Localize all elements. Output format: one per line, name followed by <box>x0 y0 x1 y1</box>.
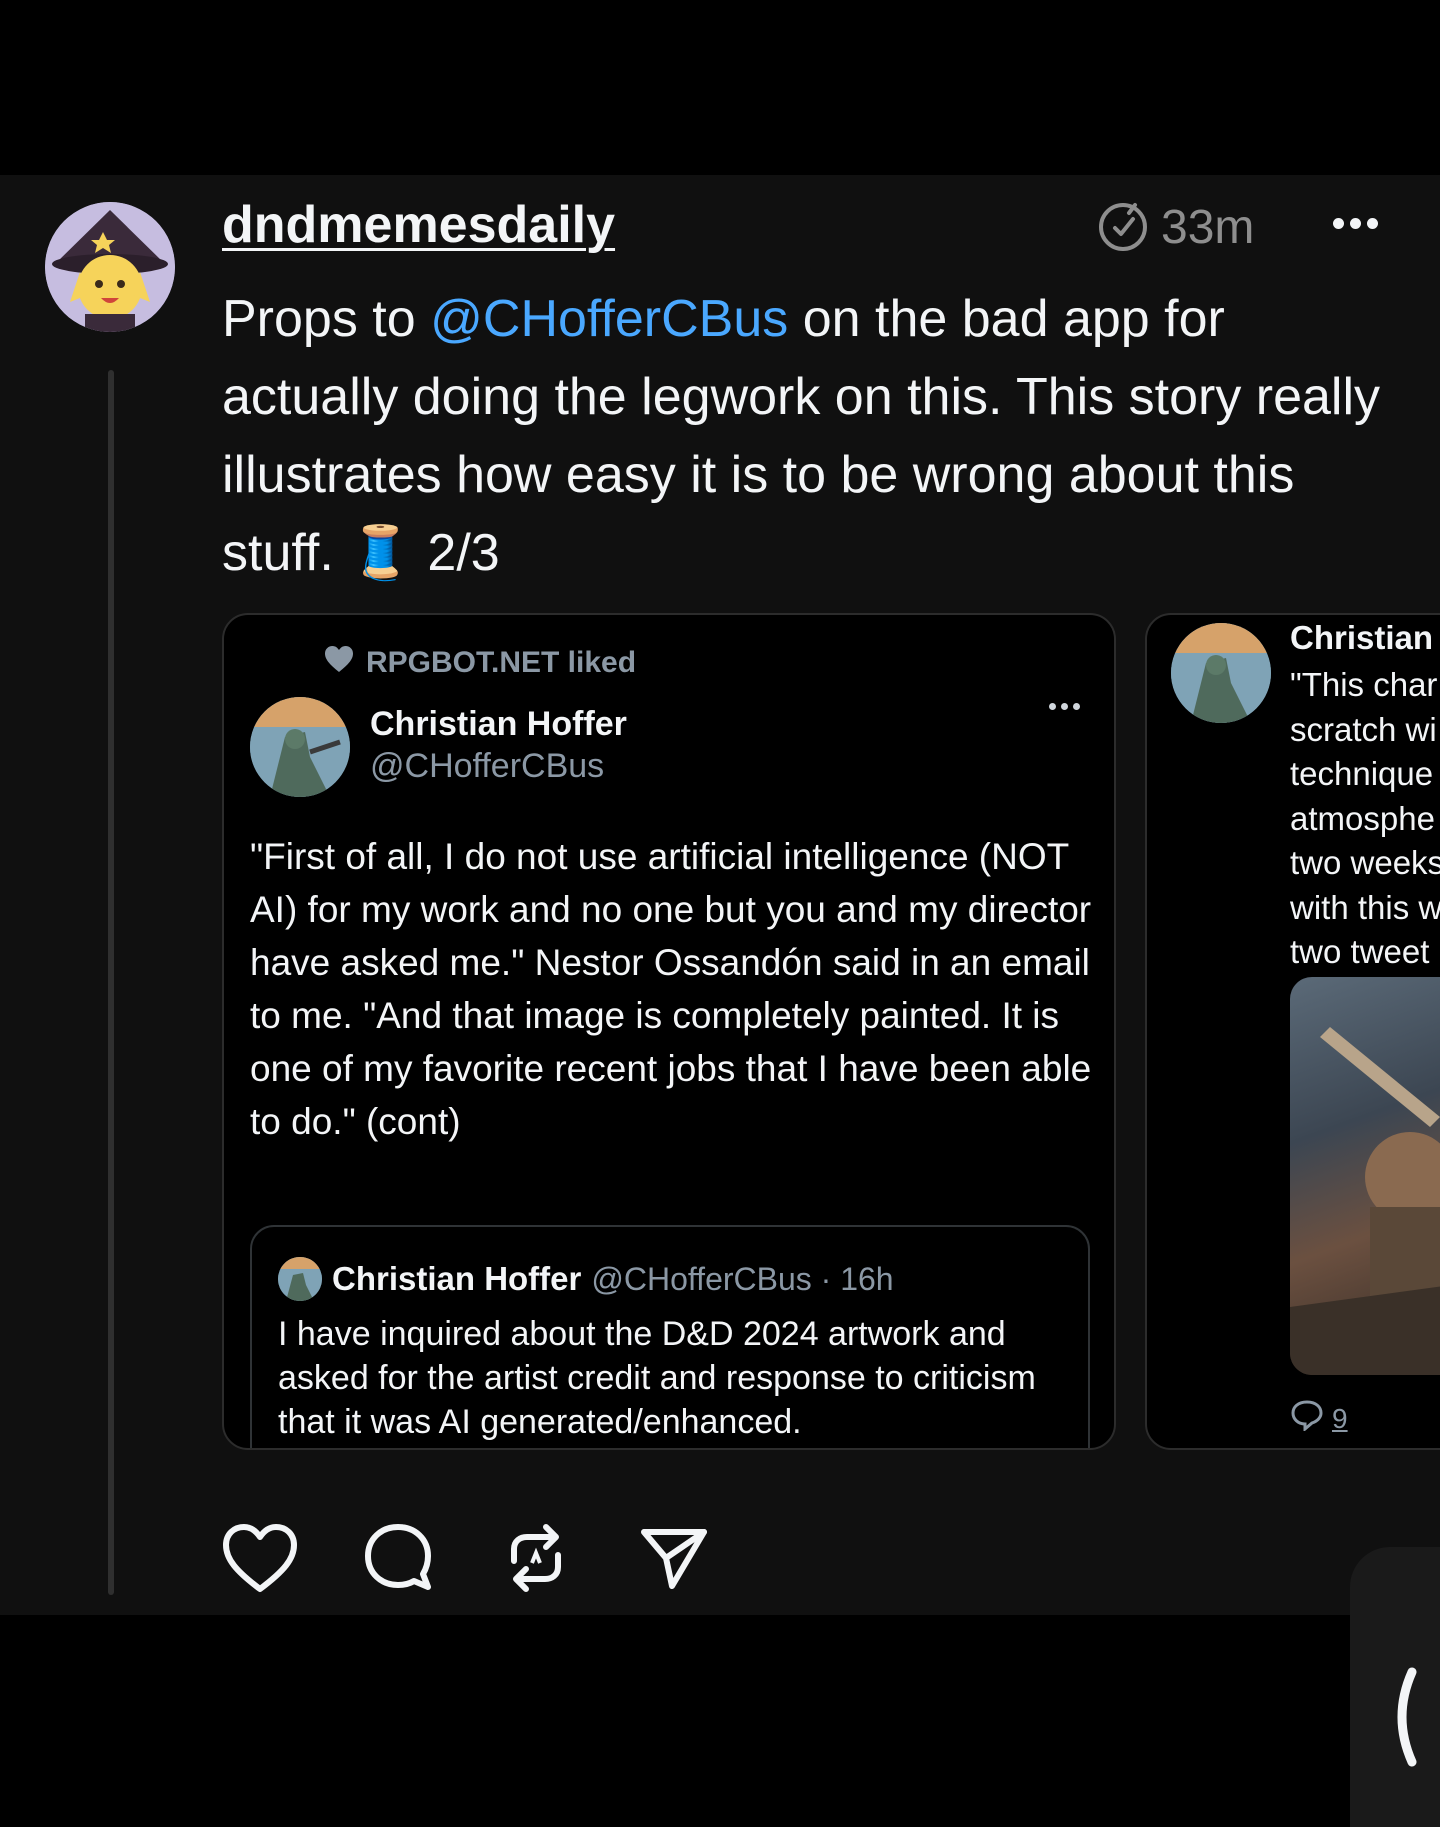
like-button[interactable] <box>222 1520 298 1596</box>
mention-link[interactable]: @CHofferCBus <box>430 290 788 348</box>
quoted-author-avatar <box>278 1257 322 1301</box>
post-meta: 33m <box>1095 195 1254 259</box>
embedded-tweet-card[interactable]: RPGBOT.NET liked Christian Hoffer @CHoff… <box>222 613 1116 1450</box>
repost-button[interactable] <box>498 1520 574 1596</box>
heart-icon <box>223 1524 297 1592</box>
repost-icon <box>511 1524 561 1592</box>
quoted-author-name: Christian Hoffer <box>332 1260 582 1297</box>
comment-button[interactable] <box>360 1520 436 1596</box>
tweet-text: "First of all, I do not use artificial i… <box>250 836 1092 1142</box>
side-drawer-handle[interactable] <box>1350 1547 1440 1827</box>
send-icon <box>641 1529 707 1589</box>
thread-post: dndmemesdaily 33m Props to @CHofferCBus … <box>0 175 1440 1615</box>
author-name[interactable]: Christian Hoffer <box>370 705 627 744</box>
username[interactable]: dndmemesdaily <box>222 195 615 255</box>
post-caption: Props to @CHofferCBus on the bad app for… <box>222 290 1381 582</box>
author-avatar[interactable] <box>250 697 350 797</box>
quoted-author-handle: @CHofferCBus · 16h <box>591 1260 894 1297</box>
profile-avatar[interactable] <box>45 202 175 332</box>
action-bar <box>222 1520 712 1596</box>
tweet-text-2: "This char scratch wi technique atmosphe… <box>1290 666 1440 970</box>
tweet-more-icon[interactable] <box>1049 703 1080 710</box>
author-avatar-2[interactable] <box>1171 623 1271 723</box>
liked-indicator: RPGBOT.NET liked <box>324 645 636 681</box>
heart-filled-icon <box>324 645 354 681</box>
post-time: 33m <box>1161 200 1255 254</box>
embedded-tweet-card-2[interactable]: Christian "This char scratch wi techniqu… <box>1145 613 1440 1450</box>
more-options-button[interactable] <box>1325 203 1385 243</box>
reply-icon <box>1290 1399 1324 1438</box>
more-icon <box>1332 217 1344 229</box>
tweet-image[interactable] <box>1290 977 1440 1375</box>
comment-icon <box>365 1524 431 1590</box>
quoted-tweet-header: Christian Hoffer @CHofferCBus · 16h <box>278 1257 894 1301</box>
share-button[interactable] <box>636 1520 712 1596</box>
quoted-tweet-text: I have inquired about the D&D 2024 artwo… <box>278 1315 1036 1441</box>
author-handle[interactable]: @CHofferCBus <box>370 747 604 786</box>
author-name-2[interactable]: Christian <box>1290 619 1433 657</box>
thread-line <box>108 370 114 1595</box>
chevron-left-icon <box>1397 1667 1417 1767</box>
timer-icon <box>1095 197 1151 258</box>
quoted-tweet[interactable]: Christian Hoffer @CHofferCBus · 16h I ha… <box>250 1225 1090 1448</box>
reply-count[interactable]: 9 <box>1290 1399 1348 1438</box>
